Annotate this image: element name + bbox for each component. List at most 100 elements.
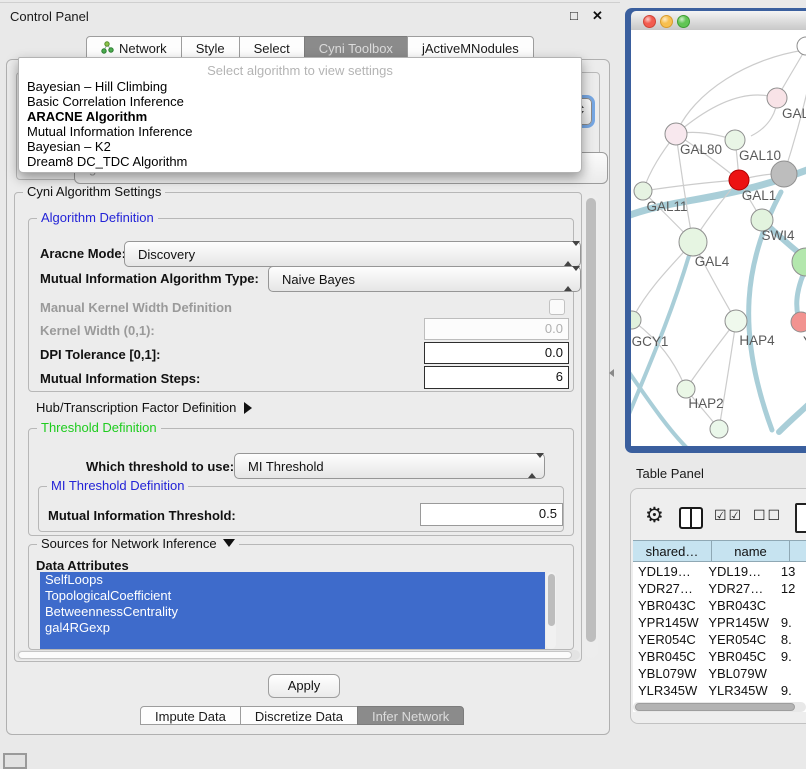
table-cell[interactable]: YBR045C	[703, 648, 773, 665]
table-cell[interactable]: 9.	[773, 682, 806, 699]
splitter-collapse-arrow-icon[interactable]	[609, 369, 614, 377]
minimize-light[interactable]	[660, 15, 673, 28]
table-cell[interactable]: 8.	[773, 631, 806, 648]
panel-dock-icon[interactable]	[3, 753, 27, 769]
tab-cyni-toolbox[interactable]: Cyni Toolbox	[304, 36, 408, 59]
network-window-titlebar[interactable]	[631, 11, 806, 31]
table-cell[interactable]: YBL079W	[633, 665, 703, 682]
table-cell[interactable]: YBL079W	[703, 665, 773, 682]
column-header-name[interactable]: name	[711, 540, 790, 562]
table-cell[interactable]: YDL19…	[633, 563, 703, 580]
algorithm-options-list: Bayesian – Hill ClimbingBasic Correlatio…	[25, 79, 575, 169]
table-cell[interactable]: YPR145W	[633, 614, 703, 631]
node-GAL1-label: GAL1	[742, 188, 777, 203]
table-cell[interactable]: YDR27…	[703, 580, 773, 597]
node-GAL10-label: GAL10	[739, 148, 781, 163]
table-row[interactable]: YDL19…YDL19…13	[633, 563, 806, 580]
data-attribute-item[interactable]: TopologicalCoefficient	[40, 588, 545, 604]
table-row[interactable]: YDR27…YDR27…12	[633, 580, 806, 597]
algorithm-option[interactable]: Dream8 DC_TDC Algorithm	[25, 154, 575, 169]
algorithm-option[interactable]: Bayesian – K2	[25, 139, 575, 154]
mi-steps-field[interactable]: 6	[424, 366, 569, 389]
table-cell[interactable]	[773, 665, 806, 682]
table-cell[interactable]: YBR045C	[633, 648, 703, 665]
table-cell[interactable]: 9.	[773, 614, 806, 631]
table-row[interactable]: YBR045CYBR045C9.	[633, 648, 806, 665]
close-window-button[interactable]: ✕	[592, 8, 603, 24]
table-row[interactable]: YBL079WYBL079W	[633, 665, 806, 682]
top-divider	[0, 2, 620, 3]
tab-infer-network[interactable]: Infer Network	[357, 706, 464, 725]
attributes-list-scrollbar[interactable]	[546, 572, 556, 649]
column-header-shared[interactable]: shared…	[633, 540, 712, 562]
table-cell[interactable]: YLR345W	[703, 682, 773, 699]
table-cell[interactable]: 13	[773, 563, 806, 580]
node-top-partial[interactable]	[797, 37, 806, 55]
data-attribute-item[interactable]: gal4RGexp	[40, 620, 545, 636]
node-GAL11[interactable]	[634, 182, 652, 200]
dpi-tolerance-label: DPI Tolerance [0,1]:	[40, 347, 160, 362]
mi-type-combo[interactable]: Naive Bayes	[268, 266, 581, 292]
settings-horizontal-scrollbar[interactable]	[16, 650, 580, 660]
node-GAL2-label: GAL2	[782, 106, 806, 121]
table-cell[interactable]: YDL19…	[703, 563, 773, 580]
table-row[interactable]: YLR345WYLR345W9.	[633, 682, 806, 699]
table-cell[interactable]: YER054C	[633, 631, 703, 648]
table-row[interactable]: YPR145WYPR145W9.	[633, 614, 806, 631]
select-all-checkboxes-icon[interactable]: ☑☑	[714, 508, 743, 524]
tab-network[interactable]: Network	[86, 36, 182, 59]
float-window-button[interactable]: □	[570, 8, 578, 23]
tab-impute-data[interactable]: Impute Data	[140, 706, 241, 725]
apply-button[interactable]: Apply	[268, 674, 340, 698]
tab-select[interactable]: Select	[239, 36, 305, 59]
table-cell[interactable]: YDR27…	[633, 580, 703, 597]
data-attribute-item[interactable]: BetweennessCentrality	[40, 604, 545, 620]
algorithm-option[interactable]: ARACNE Algorithm	[25, 109, 575, 124]
tab-label: Discretize Data	[255, 709, 343, 724]
dpi-tolerance-field[interactable]: 0.0	[424, 342, 569, 364]
algorithm-option[interactable]: Basic Correlation Inference	[25, 94, 575, 109]
node-gray[interactable]	[771, 161, 797, 187]
mi-type-label: Mutual Information Algorithm Type:	[40, 271, 259, 286]
settings-vertical-scrollbar[interactable]	[584, 194, 598, 658]
hub-definition-toggle[interactable]: Hub/Transcription Factor Definition	[36, 400, 252, 415]
node-salmon[interactable]	[791, 312, 806, 332]
data-attribute-item[interactable]: SelfLoops	[40, 572, 545, 588]
table-cell[interactable]: 12	[773, 580, 806, 597]
manual-kernel-checkbox[interactable]	[549, 299, 565, 315]
tab-discretize-data[interactable]: Discretize Data	[240, 706, 358, 725]
table-cell[interactable]: YLR345W	[633, 682, 703, 699]
algorithm-definition-title: Algorithm Definition	[37, 211, 158, 225]
table-cell[interactable]: YBR043C	[633, 597, 703, 614]
gear-icon[interactable]: ⚙	[645, 503, 664, 527]
table-cell[interactable]	[773, 597, 806, 614]
column-split-icon[interactable]	[679, 507, 703, 529]
network-canvas[interactable]: GAL2GAL80GAL10GAL1GAL11SWI4GAL4GCY1HAP4Y…	[631, 30, 806, 446]
table-row[interactable]: YBR043CYBR043C	[633, 597, 806, 614]
tab-style[interactable]: Style	[181, 36, 240, 59]
column-header-a[interactable]: A	[789, 540, 806, 562]
mi-threshold-field[interactable]: 0.5	[420, 503, 563, 526]
algorithm-option[interactable]: Bayesian – Hill Climbing	[25, 79, 575, 94]
deselect-all-checkboxes-icon[interactable]: ☐☐	[753, 508, 782, 524]
table-cell[interactable]: 9.	[773, 648, 806, 665]
which-threshold-combo[interactable]: MI Threshold	[234, 453, 545, 479]
table-cell[interactable]: YER054C	[703, 631, 773, 648]
page-icon[interactable]	[795, 503, 806, 533]
kernel-width-field[interactable]: 0.0	[424, 318, 569, 340]
node-GAL10[interactable]	[725, 130, 745, 150]
close-light[interactable]	[643, 15, 656, 28]
table-cell[interactable]: YBR043C	[703, 597, 773, 614]
node-HAP4[interactable]	[725, 310, 747, 332]
zoom-light[interactable]	[677, 15, 690, 28]
node-GAL2[interactable]	[767, 88, 787, 108]
table-horizontal-scrollbar[interactable]	[633, 702, 806, 712]
node-bottom-partial[interactable]	[710, 420, 728, 438]
aracne-mode-combo[interactable]: Discovery	[124, 241, 581, 267]
algorithm-option[interactable]: Mutual Information Inference	[25, 124, 575, 139]
node-GAL1[interactable]	[729, 170, 749, 190]
table-cell[interactable]: YPR145W	[703, 614, 773, 631]
table-row[interactable]: YER054CYER054C8.	[633, 631, 806, 648]
node-GAL4[interactable]	[679, 228, 707, 256]
tab-jactivemnodules[interactable]: jActiveMNodules	[407, 36, 534, 59]
